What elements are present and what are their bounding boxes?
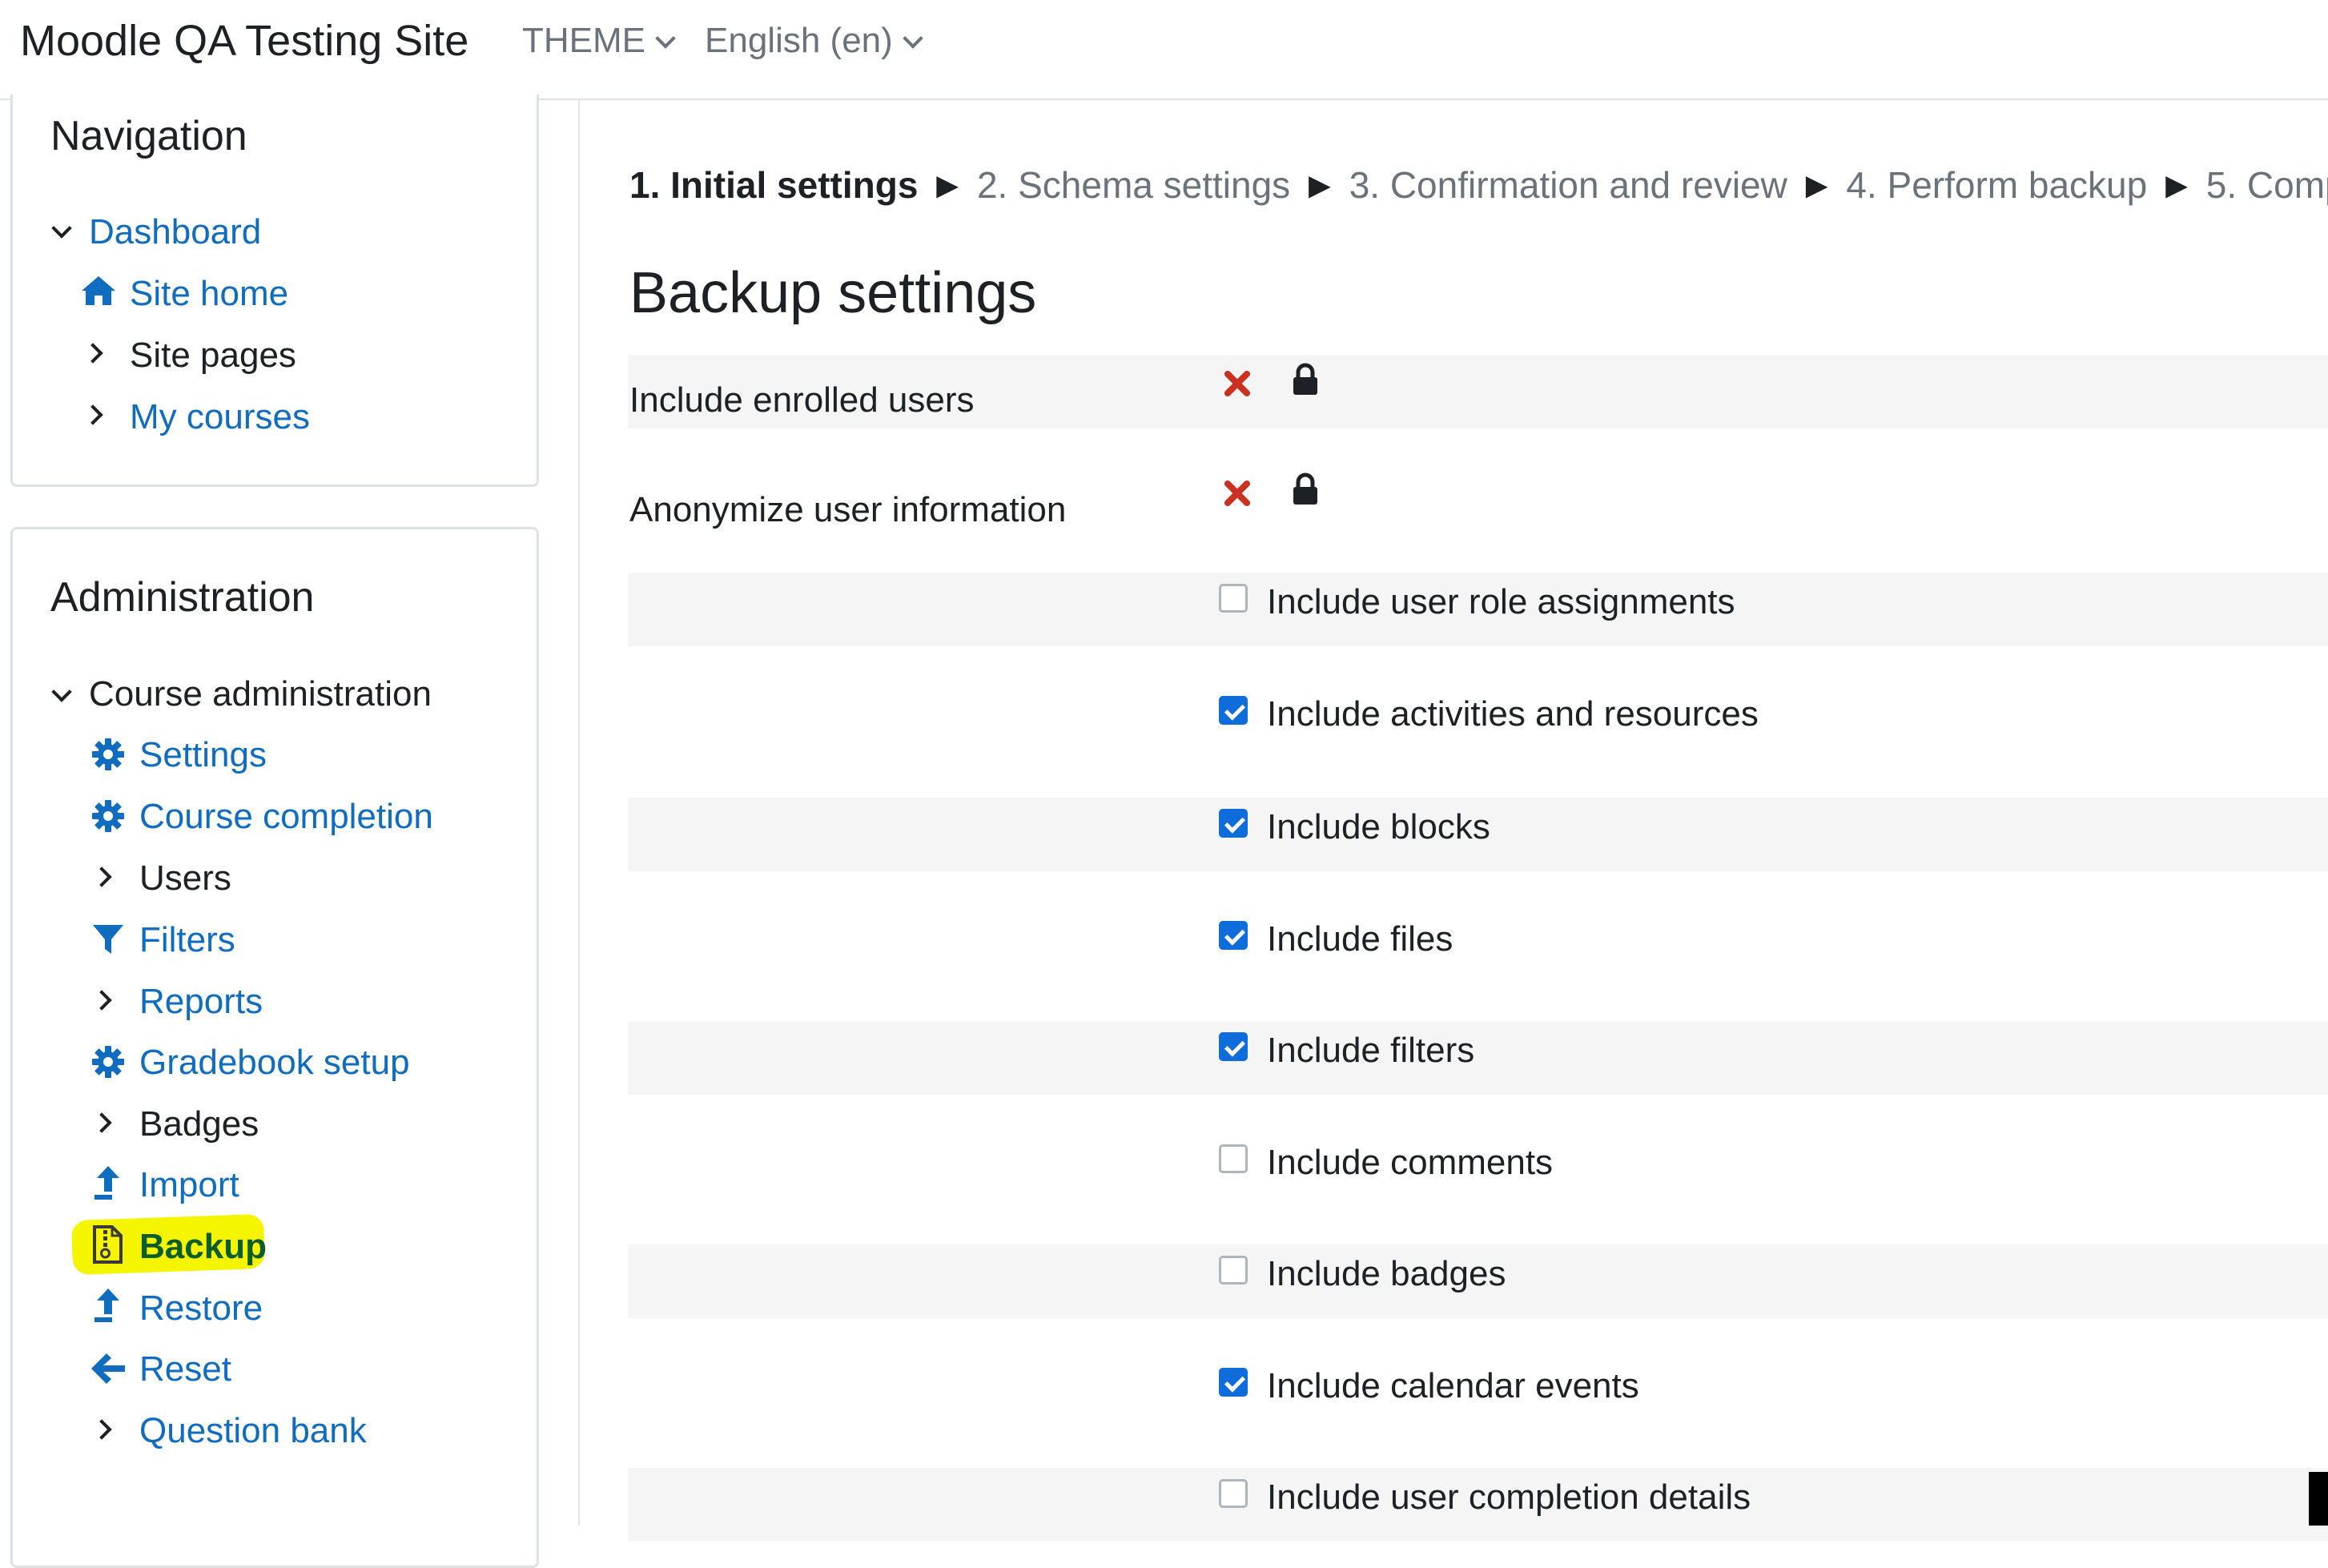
admin-item-label: Reports [139,982,263,1021]
checkbox-label[interactable]: Include filters [1267,1031,1474,1071]
home-icon [82,276,115,305]
navigation-title: Navigation [50,113,247,159]
gear-icon [92,1046,124,1078]
setting-label: Include enrolled users [629,380,975,420]
language-menu-label: English (en) [705,21,893,60]
step-initial-settings: 1. Initial settings [629,164,919,206]
admin-item-label: Users [139,858,231,898]
chevron-down-icon [655,28,676,49]
sidebar-divider [578,100,580,1526]
setting-row: Include enrolled users [628,355,2328,428]
admin-item-label: Course completion [139,797,433,836]
cross-icon [1224,371,1250,396]
checkbox-include-calendar-events[interactable] [1219,1368,1248,1397]
setting-row: Include user role assignments [628,573,2328,646]
checkbox-include-user-completion-details[interactable] [1219,1479,1248,1508]
setting-row: Anonymize user information [628,464,2328,538]
upload-icon [94,1166,119,1200]
top-navbar: Moodle QA Testing Site THEME English (en… [0,0,2328,100]
setting-row: Include comments [628,1133,2328,1207]
admin-item-label: Course administration [89,674,432,714]
gear-icon [92,800,124,832]
theme-menu-label: THEME [522,21,645,60]
checkbox-include-badges[interactable] [1219,1256,1248,1285]
administration-title: Administration [50,574,315,621]
admin-item-label: Backup [139,1227,267,1266]
setting-row: Include calendar events [628,1357,2328,1430]
checkbox-label[interactable]: Include blocks [1267,807,1490,847]
step-confirmation-review: 3. Confirmation and review [1349,164,1787,206]
setting-row: Include files [628,910,2328,983]
admin-item-label: Filters [139,920,235,959]
cross-icon [1224,480,1250,506]
admin-item-label: Gradebook setup [139,1043,410,1082]
checkbox-label[interactable]: Include user role assignments [1267,582,1735,622]
checkbox-include-filters[interactable] [1219,1032,1248,1061]
setting-row: Include user completion details [628,1468,2328,1542]
admin-item-label: Reset [139,1349,231,1389]
setting-row: Include activities and resources [628,685,2328,758]
step-schema-settings: 2. Schema settings [976,164,1291,206]
step-complete: 5. Complete [2205,164,2328,206]
admin-item-label: Import [139,1165,239,1204]
page-title: Backup settings [629,261,1037,325]
admin-item-label: Restore [139,1289,263,1328]
checkbox-label[interactable]: Include badges [1267,1254,1506,1294]
checkbox-include-files[interactable] [1219,921,1248,950]
step-separator: ► [2158,164,2195,206]
gear-icon [92,738,124,770]
theme-menu[interactable]: THEME [522,21,676,61]
setting-row: Include blocks [628,798,2328,871]
backup-steps-breadcrumb: 1. Initial settings ► 2. Schema settings ► 3… [629,163,2328,207]
upload-icon [94,1289,119,1322]
scrollbar-thumb[interactable] [2309,1472,2328,1526]
admin-item-label: Question bank [139,1411,367,1450]
step-separator: ► [1301,164,1338,206]
lock-icon [1293,363,1317,395]
step-separator: ► [1798,164,1835,206]
filter-icon [93,925,123,954]
site-name[interactable]: Moodle QA Testing Site [20,16,468,66]
step-separator: ► [929,164,966,206]
checkbox-label[interactable]: Include calendar events [1267,1366,1639,1406]
admin-item-label: Badges [139,1104,259,1144]
setting-row: Include filters [628,1021,2328,1095]
checkbox-label[interactable]: Include files [1267,919,1453,959]
chevron-down-icon [903,28,923,49]
checkbox-label[interactable]: Include user completion details [1267,1478,1751,1518]
setting-row: Include badges [628,1244,2328,1318]
nav-item-label: Dashboard [89,212,262,251]
nav-item-label: Site pages [130,336,296,375]
arrow-left-icon [91,1353,125,1384]
checkbox-label[interactable]: Include activities and resources [1267,694,1759,734]
setting-label: Anonymize user information [629,490,1067,529]
checkbox-label[interactable]: Include comments [1267,1143,1553,1183]
checkbox-include-activities-resources[interactable] [1219,696,1248,725]
step-perform-backup: 4. Perform backup [1846,164,2148,206]
lock-icon [1293,472,1317,505]
nav-item-label: Site home [130,274,289,313]
checkbox-include-user-role-assignments[interactable] [1219,584,1248,613]
checkbox-include-blocks[interactable] [1219,809,1248,838]
language-menu[interactable]: English (en) [705,21,923,61]
checkbox-include-comments[interactable] [1219,1144,1248,1173]
archive-file-icon [93,1225,123,1264]
nav-item-label: My courses [130,397,310,436]
admin-item-label: Settings [139,735,267,774]
